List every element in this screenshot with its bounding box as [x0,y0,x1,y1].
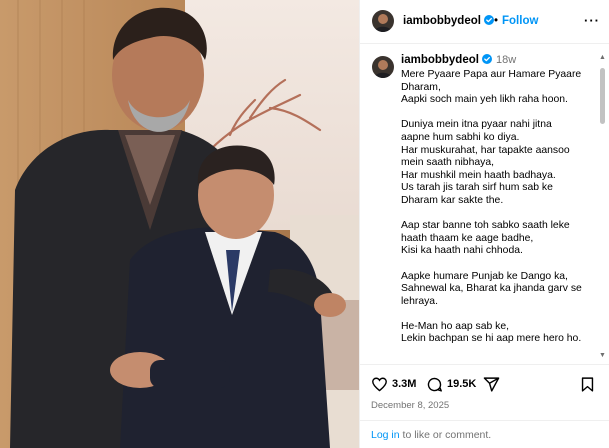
share-button[interactable] [483,375,500,393]
username-text[interactable]: iambobbydeol [403,15,481,27]
caption-paragraph: Mere Pyaare Papa aur Hamare Pyaare Dharam… [401,69,601,107]
verified-icon [481,54,492,64]
follow-button[interactable]: Follow [502,15,538,27]
caption-line: Har muskurahat, har tapakte aansoo [401,144,570,156]
caption-line: Aapki soch main yeh likh raha hoon. [401,94,568,106]
login-prompt: Log in to like or comment. [360,420,609,448]
caption-area: iambobbydeol 18w Mere Pyaare Papa aur Ham… [360,44,609,364]
action-bar: 3.3M 19.5K December 8, 2025 [360,364,609,420]
share-icon [483,376,500,392]
header-username[interactable]: iambobbydeol [403,15,494,27]
caption-line: lehraya. [401,295,438,307]
caption-line: haath thaam ke aage badhe, [401,232,534,244]
caption-line: mein saath nibhaya, [401,157,494,169]
caption-line: Dharam, [401,81,441,93]
save-button[interactable] [579,375,596,393]
caption-line: Duniya mein itna pyaar nahi jitna [401,119,552,131]
separator-dot: • [494,15,499,27]
scroll-thumb[interactable] [600,68,605,124]
comment-count: 19.5K [447,378,477,390]
caption-line: Aap star banne toh sabko saath leke [401,220,570,232]
verified-icon [483,15,494,25]
login-text: Log in to like or comment. [371,429,491,441]
caption-line: aapne hum sabhi ko diya. [401,131,520,143]
caption-line: Kisi ka haath nahi chhoda. [401,245,523,257]
more-options-icon[interactable]: ··· [582,10,602,32]
post-sidebar: iambobbydeol • Follow ··· iambobbydeol 18… [359,0,609,448]
caption-avatar[interactable] [372,56,394,78]
login-rest: to like or comment. [399,429,492,441]
caption-line: Sahnewal ka, Bharat ka jhanda garv se [401,283,582,295]
like-count: 3.3M [392,378,417,390]
comment-button[interactable]: 19.5K [426,375,476,393]
scroll-down-arrow-icon[interactable]: ▼ [599,352,606,359]
caption-username[interactable]: iambobbydeol [401,54,479,66]
caption-line: Har mushkil mein haath badhaya. [401,169,556,181]
comment-icon [427,377,442,392]
post-age: 18w [495,54,517,66]
avatar[interactable] [372,10,394,32]
caption-line: Lekin bachpan se hi aap mere hero ho. [401,333,582,345]
login-link[interactable]: Log in [371,429,400,441]
caption-line: He-Man ho aap sab ke, [401,320,510,332]
caption-line: Us tarah jis tarah sirf hum sab ke [401,182,553,194]
caption-scrollbar[interactable]: ▲ ▼ [598,54,607,364]
caption-paragraph: Aap star banne toh sabko saath leke haath… [401,220,601,258]
caption-line: Mere Pyaare Papa aur Hamare Pyaare [401,69,582,80]
caption-username-row: iambobbydeol 18w [401,54,516,66]
caption-line: Dharam kar sakte the. [401,194,504,206]
caption-text: Mere Pyaare Papa aur Hamare Pyaare Dharam… [401,69,601,359]
bookmark-icon [581,376,594,392]
post-header: iambobbydeol • Follow ··· [360,0,609,44]
post-image [0,0,359,448]
caption-line: Aapke humare Punjab ke Dango ka, [401,270,568,282]
caption-paragraph: Duniya mein itna pyaar nahi jitna aapne h… [401,119,601,207]
caption-paragraph: He-Man ho aap sab ke, Lekin bachpan se hi… [401,321,601,346]
post-date: December 8, 2025 [371,400,450,411]
heart-icon [372,377,387,391]
post-photo[interactable] [0,0,359,448]
scroll-up-arrow-icon[interactable]: ▲ [599,54,606,61]
caption-paragraph: Aapke humare Punjab ke Dango ka, Sahnewal… [401,271,601,309]
like-button[interactable]: 3.3M [371,375,416,393]
